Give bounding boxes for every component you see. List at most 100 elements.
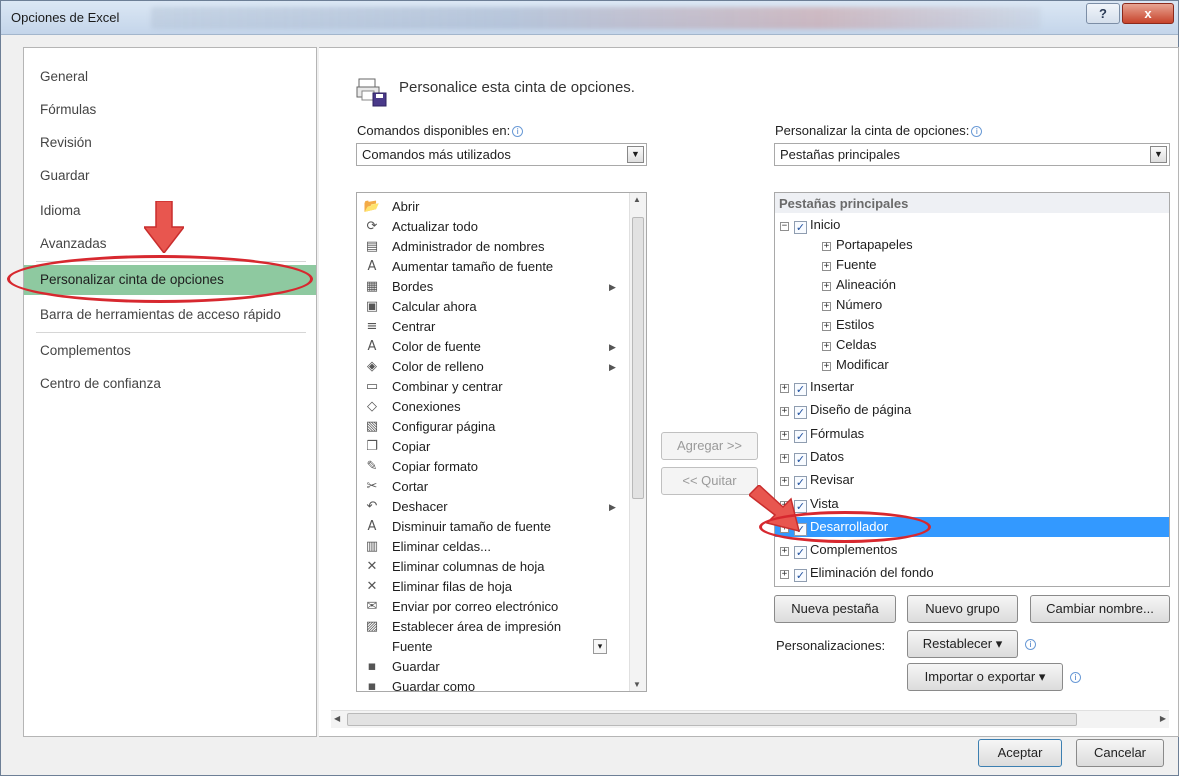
nav-item-personalizar-cinta[interactable]: Personalizar cinta de opciones [24,265,316,295]
expand-icon[interactable]: + [822,282,831,291]
ribbon-tree[interactable]: Pestañas principales − ✓ Inicio + Portapapel… [774,192,1170,587]
command-item[interactable]: ▦ Bordes ▶ [357,277,627,297]
expand-icon[interactable]: + [780,570,789,580]
command-item[interactable]: A Color de fuente ▶ [357,337,627,357]
collapse-icon[interactable]: − [780,222,789,231]
command-item[interactable]: ◇ Conexiones [357,397,627,417]
ribbon-tab-item[interactable]: + ✓ Diseño de página [780,400,911,420]
ribbon-tab-item[interactable]: + ✓ Fórmulas [780,424,864,444]
scroll-right-icon[interactable]: ▶ [1160,714,1166,723]
scroll-thumb[interactable] [347,713,1077,726]
rename-button[interactable]: Cambiar nombre... [1030,595,1170,623]
nav-item-general[interactable]: General [24,62,316,92]
fill-color-icon: ◈ [367,359,377,374]
ribbon-tab-item[interactable]: + ✓ Datos [780,447,844,467]
expand-icon[interactable]: + [780,430,789,440]
command-item[interactable]: ▨ Establecer área de impresión [357,617,627,637]
tree-item-label: Eliminación del fondo [810,565,934,581]
tab-checkbox[interactable]: ✓ [794,546,807,560]
commands-list[interactable]: 📂 Abrir ⟳ Actualizar todo ▤ Administrador de … [356,192,647,692]
command-item[interactable]: ❐ Copiar [357,437,627,457]
cancel-button[interactable]: Cancelar [1076,739,1164,767]
command-item[interactable]: ✂ Cortar [357,477,627,497]
ribbon-tabs-select[interactable]: Pestañas principales ▼ [774,143,1170,166]
panel-horizontal-scrollbar[interactable]: ◀ ▶ [331,710,1169,728]
expand-icon[interactable]: + [822,262,831,271]
command-item[interactable]: ▤ Administrador de nombres [357,237,627,257]
ribbon-group-item[interactable]: + Alineación [822,275,896,295]
command-item[interactable]: ▣ Calcular ahora [357,297,627,317]
command-item[interactable]: ✕ Eliminar columnas de hoja [357,557,627,577]
command-item[interactable]: ✉ Enviar por correo electrónico [357,597,627,617]
new-group-button[interactable]: Nuevo grupo [907,595,1018,623]
reset-button[interactable]: Restablecer ▾ [907,630,1018,658]
ok-button[interactable]: Aceptar [978,739,1062,767]
commands-source-select[interactable]: Comandos más utilizados ▼ [356,143,647,166]
expand-icon[interactable]: + [780,407,789,417]
command-item[interactable]: ▪ Guardar como [357,677,627,691]
nav-item-revision[interactable]: Revisión [24,128,316,158]
command-item[interactable]: Fuente ▾ [357,637,627,657]
close-button[interactable]: x [1122,3,1174,24]
command-item[interactable]: 📂 Abrir [357,197,627,217]
command-item[interactable]: A Aumentar tamaño de fuente [357,257,627,277]
help-button[interactable]: ? [1086,3,1120,24]
new-tab-button[interactable]: Nueva pestaña [774,595,896,623]
command-item[interactable]: ▪ Guardar [357,657,627,677]
expand-icon[interactable]: + [780,453,789,463]
nav-item-centro-confianza[interactable]: Centro de confianza [24,369,316,399]
ribbon-tab-item[interactable]: + ✓ Insertar [780,377,854,397]
commands-scrollbar[interactable]: ▲ ▼ [629,193,646,691]
tab-checkbox[interactable]: ✓ [794,383,807,396]
expand-icon[interactable]: + [822,322,831,331]
scroll-down-icon[interactable]: ▼ [633,680,641,689]
tab-checkbox[interactable]: ✓ [794,429,807,443]
expand-icon[interactable]: + [780,384,789,393]
command-label: Eliminar celdas... [392,539,491,554]
command-item[interactable]: ▧ Configurar página [357,417,627,437]
ribbon-group-item[interactable]: + Número [822,295,882,315]
command-item[interactable]: ✎ Copiar formato [357,457,627,477]
command-item[interactable]: ✕ Eliminar filas de hoja [357,577,627,597]
nav-item-barra-acceso-rapido[interactable]: Barra de herramientas de acceso rápido [24,300,316,330]
ribbon-tab-item[interactable]: − ✓ Inicio [780,215,840,235]
ribbon-group-item[interactable]: + Celdas [822,335,876,355]
command-item[interactable]: ≡ Centrar [357,317,627,337]
ribbon-tab-item[interactable]: + ✓ Complementos [780,540,897,560]
expand-icon[interactable]: + [822,242,831,251]
nav-item-formulas[interactable]: Fórmulas [24,95,316,125]
tab-checkbox[interactable]: ✓ [794,452,807,466]
expand-icon[interactable]: + [822,362,831,371]
remove-button[interactable]: << Quitar [661,467,758,495]
format-painter-icon: ✎ [366,459,378,474]
scroll-thumb[interactable] [632,217,644,499]
tab-checkbox[interactable]: ✓ [794,569,807,583]
expand-icon[interactable]: + [822,342,831,351]
page-setup-icon: ▧ [365,419,379,434]
command-item[interactable]: ↶ Deshacer ▶ [357,497,627,517]
scroll-up-icon[interactable]: ▲ [633,195,641,204]
command-item[interactable]: ▥ Eliminar celdas... [357,537,627,557]
tab-checkbox[interactable]: ✓ [794,406,807,420]
ribbon-group-item[interactable]: + Modificar [822,355,889,375]
expand-icon[interactable]: + [780,547,789,557]
nav-item-guardar[interactable]: Guardar [24,161,316,191]
ribbon-tab-item[interactable]: + ✓ Eliminación del fondo [780,563,934,583]
chevron-down-icon[interactable]: ▼ [627,146,644,163]
center-align-icon: ≡ [366,319,378,334]
expand-icon[interactable]: + [822,302,831,311]
nav-item-complementos[interactable]: Complementos [24,336,316,366]
tab-checkbox[interactable]: ✓ [794,221,807,234]
command-item[interactable]: ▭ Combinar y centrar [357,377,627,397]
ribbon-group-item[interactable]: + Estilos [822,315,874,335]
ribbon-group-item[interactable]: + Fuente [822,255,876,275]
command-item[interactable]: ◈ Color de relleno ▶ [357,357,627,377]
ribbon-group-item[interactable]: + Portapapeles [822,235,913,255]
add-button[interactable]: Agregar >> [661,432,758,460]
import-export-button[interactable]: Importar o exportar ▾ [907,663,1063,691]
scroll-left-icon[interactable]: ◀ [334,714,340,723]
ribbon-tab-item[interactable]: +✓Desarrollador [775,516,1169,537]
chevron-down-icon[interactable]: ▼ [1150,146,1167,163]
command-item[interactable]: ⟳ Actualizar todo [357,217,627,237]
command-item[interactable]: A Disminuir tamaño de fuente [357,517,627,537]
